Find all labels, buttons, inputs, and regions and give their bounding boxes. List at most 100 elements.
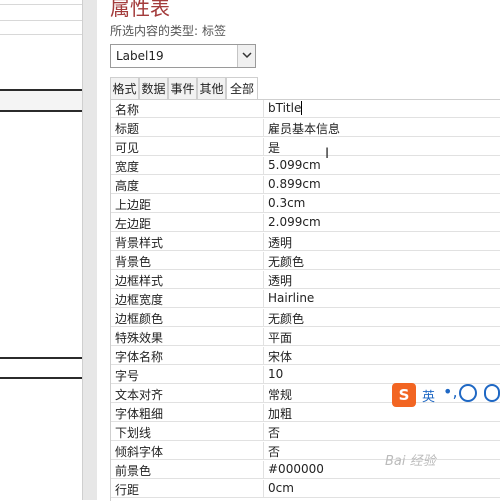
selection-type-value: 标签 xyxy=(202,24,227,38)
chevron-down-icon[interactable] xyxy=(237,45,255,67)
property-row[interactable]: 倾斜字体 否 xyxy=(111,442,500,460)
property-name: 名称 xyxy=(115,103,140,117)
property-name: 左边距 xyxy=(115,217,152,231)
property-row[interactable]: 行距 0cm xyxy=(111,480,500,498)
property-name: 边框样式 xyxy=(115,274,164,288)
column-divider xyxy=(263,404,264,422)
tab-other[interactable]: 其他 xyxy=(197,77,226,99)
emoji-icon[interactable] xyxy=(459,384,477,402)
property-value-field[interactable]: 常规 xyxy=(268,386,292,403)
divider xyxy=(0,20,82,21)
property-value-field[interactable]: 2.099cm xyxy=(268,215,321,229)
property-value-field[interactable]: 雇员基本信息 xyxy=(268,120,340,137)
property-value-field[interactable]: 是 xyxy=(268,139,280,156)
ime-punctuation-toggle[interactable]: •, xyxy=(443,382,458,401)
tab-event[interactable]: 事件 xyxy=(168,77,197,99)
property-value-field[interactable]: 无颜色 xyxy=(268,310,304,327)
column-divider xyxy=(263,138,264,156)
property-value-field[interactable]: 加粗 xyxy=(268,405,292,422)
column-divider xyxy=(263,461,264,479)
property-row[interactable]: 可见 是 xyxy=(111,138,500,156)
selection-type-label: 所选内容的类型: 标签 xyxy=(110,22,226,39)
column-divider xyxy=(263,214,264,232)
control-selector-dropdown[interactable]: Label19 xyxy=(110,44,256,68)
property-row[interactable]: 边框宽度 Hairline xyxy=(111,290,500,308)
property-value-field[interactable]: 透明 xyxy=(268,272,292,289)
column-divider xyxy=(263,252,264,270)
section-separator xyxy=(0,357,82,359)
property-name: 标题 xyxy=(115,122,140,136)
property-row[interactable]: 特殊效果 平面 xyxy=(111,328,500,346)
property-row[interactable]: 边框样式 透明 xyxy=(111,271,500,289)
property-value-field[interactable]: 0.3cm xyxy=(268,196,305,210)
property-name: 上边距 xyxy=(115,198,152,212)
property-row[interactable]: 下划线 否 xyxy=(111,423,500,441)
watermark: Bai 经验 xyxy=(385,454,436,469)
selection-type-prefix: 所选内容的类型: xyxy=(110,24,199,38)
column-divider xyxy=(263,347,264,365)
tab-data[interactable]: 数据 xyxy=(139,77,168,99)
property-row[interactable]: 标题 雇员基本信息 xyxy=(111,119,500,137)
divider xyxy=(0,4,82,5)
property-value-field[interactable]: Hairline xyxy=(268,291,314,305)
property-value-field[interactable]: 透明 xyxy=(268,234,292,251)
property-name: 文本对齐 xyxy=(115,388,164,402)
property-name: 字体粗细 xyxy=(115,407,164,421)
property-row[interactable]: 字体名称 宋体 xyxy=(111,347,500,365)
property-row[interactable]: 前景色 #000000 xyxy=(111,461,500,479)
property-name: 背景色 xyxy=(115,255,152,269)
column-divider xyxy=(263,366,264,384)
vertical-scrollbar[interactable] xyxy=(82,0,97,500)
column-divider xyxy=(263,309,264,327)
ime-language-toggle[interactable]: 英 xyxy=(422,386,435,405)
property-sheet: 属性表 所选内容的类型: 标签 Label19 格式 数据 事件 其他 全部 名称… xyxy=(97,0,500,501)
property-value-field[interactable]: 否 xyxy=(268,443,280,460)
property-value-field[interactable]: 否 xyxy=(268,424,280,441)
tab-format[interactable]: 格式 xyxy=(110,77,139,99)
property-row[interactable]: 高度 0.899cm xyxy=(111,176,500,194)
property-value-field[interactable]: bTitle xyxy=(268,101,303,115)
property-value-field[interactable]: 平面 xyxy=(268,329,292,346)
property-row[interactable]: 名称 bTitle xyxy=(111,100,500,118)
property-name: 前景色 xyxy=(115,464,152,478)
microphone-icon[interactable] xyxy=(484,384,500,402)
property-row[interactable]: 背景样式 透明 xyxy=(111,233,500,251)
property-row[interactable]: 边框颜色 无颜色 xyxy=(111,309,500,327)
property-value-field[interactable]: 宋体 xyxy=(268,348,292,365)
design-panel-bottom xyxy=(0,379,82,500)
column-divider xyxy=(263,176,264,194)
property-name: 行距 xyxy=(115,483,140,497)
property-row[interactable]: 上边距 0.3cm xyxy=(111,195,500,213)
design-panel-middle xyxy=(0,112,82,377)
column-divider xyxy=(263,100,264,118)
property-name: 边框宽度 xyxy=(115,293,164,307)
property-name: 字号 xyxy=(115,369,140,383)
property-value-field[interactable]: #000000 xyxy=(268,462,324,476)
property-value-field[interactable]: 无颜色 xyxy=(268,253,304,270)
column-divider xyxy=(263,442,264,460)
property-name: 下划线 xyxy=(115,426,152,440)
column-divider xyxy=(263,290,264,308)
text-cursor-icon: I xyxy=(325,146,330,162)
property-value-field[interactable]: 0.899cm xyxy=(268,177,321,191)
column-divider xyxy=(263,271,264,289)
property-value-field[interactable]: 10 xyxy=(268,367,283,381)
selected-control-value: Label19 xyxy=(116,49,164,63)
property-row[interactable]: 左边距 2.099cm xyxy=(111,214,500,232)
column-divider xyxy=(263,157,264,175)
property-name: 倾斜字体 xyxy=(115,445,164,459)
property-grid: 名称 bTitle 标题 雇员基本信息可见 是宽度 5.099cm 高度 0.899cm 上边距… xyxy=(110,99,500,501)
sogou-logo-icon[interactable]: S xyxy=(392,383,416,407)
property-row[interactable]: 背景色 无颜色 xyxy=(111,252,500,270)
property-value-field[interactable]: 0cm xyxy=(268,481,294,495)
property-sheet-title: 属性表 xyxy=(110,0,170,20)
design-panel-top xyxy=(0,0,82,90)
property-name: 可见 xyxy=(115,141,140,155)
property-row[interactable]: 宽度 5.099cm xyxy=(111,157,500,175)
property-name: 字体名称 xyxy=(115,350,164,364)
column-divider xyxy=(263,385,264,403)
property-name: 高度 xyxy=(115,179,140,193)
property-name: 特殊效果 xyxy=(115,331,164,345)
tab-all[interactable]: 全部 xyxy=(226,77,258,100)
property-value-field[interactable]: 5.099cm xyxy=(268,158,321,172)
